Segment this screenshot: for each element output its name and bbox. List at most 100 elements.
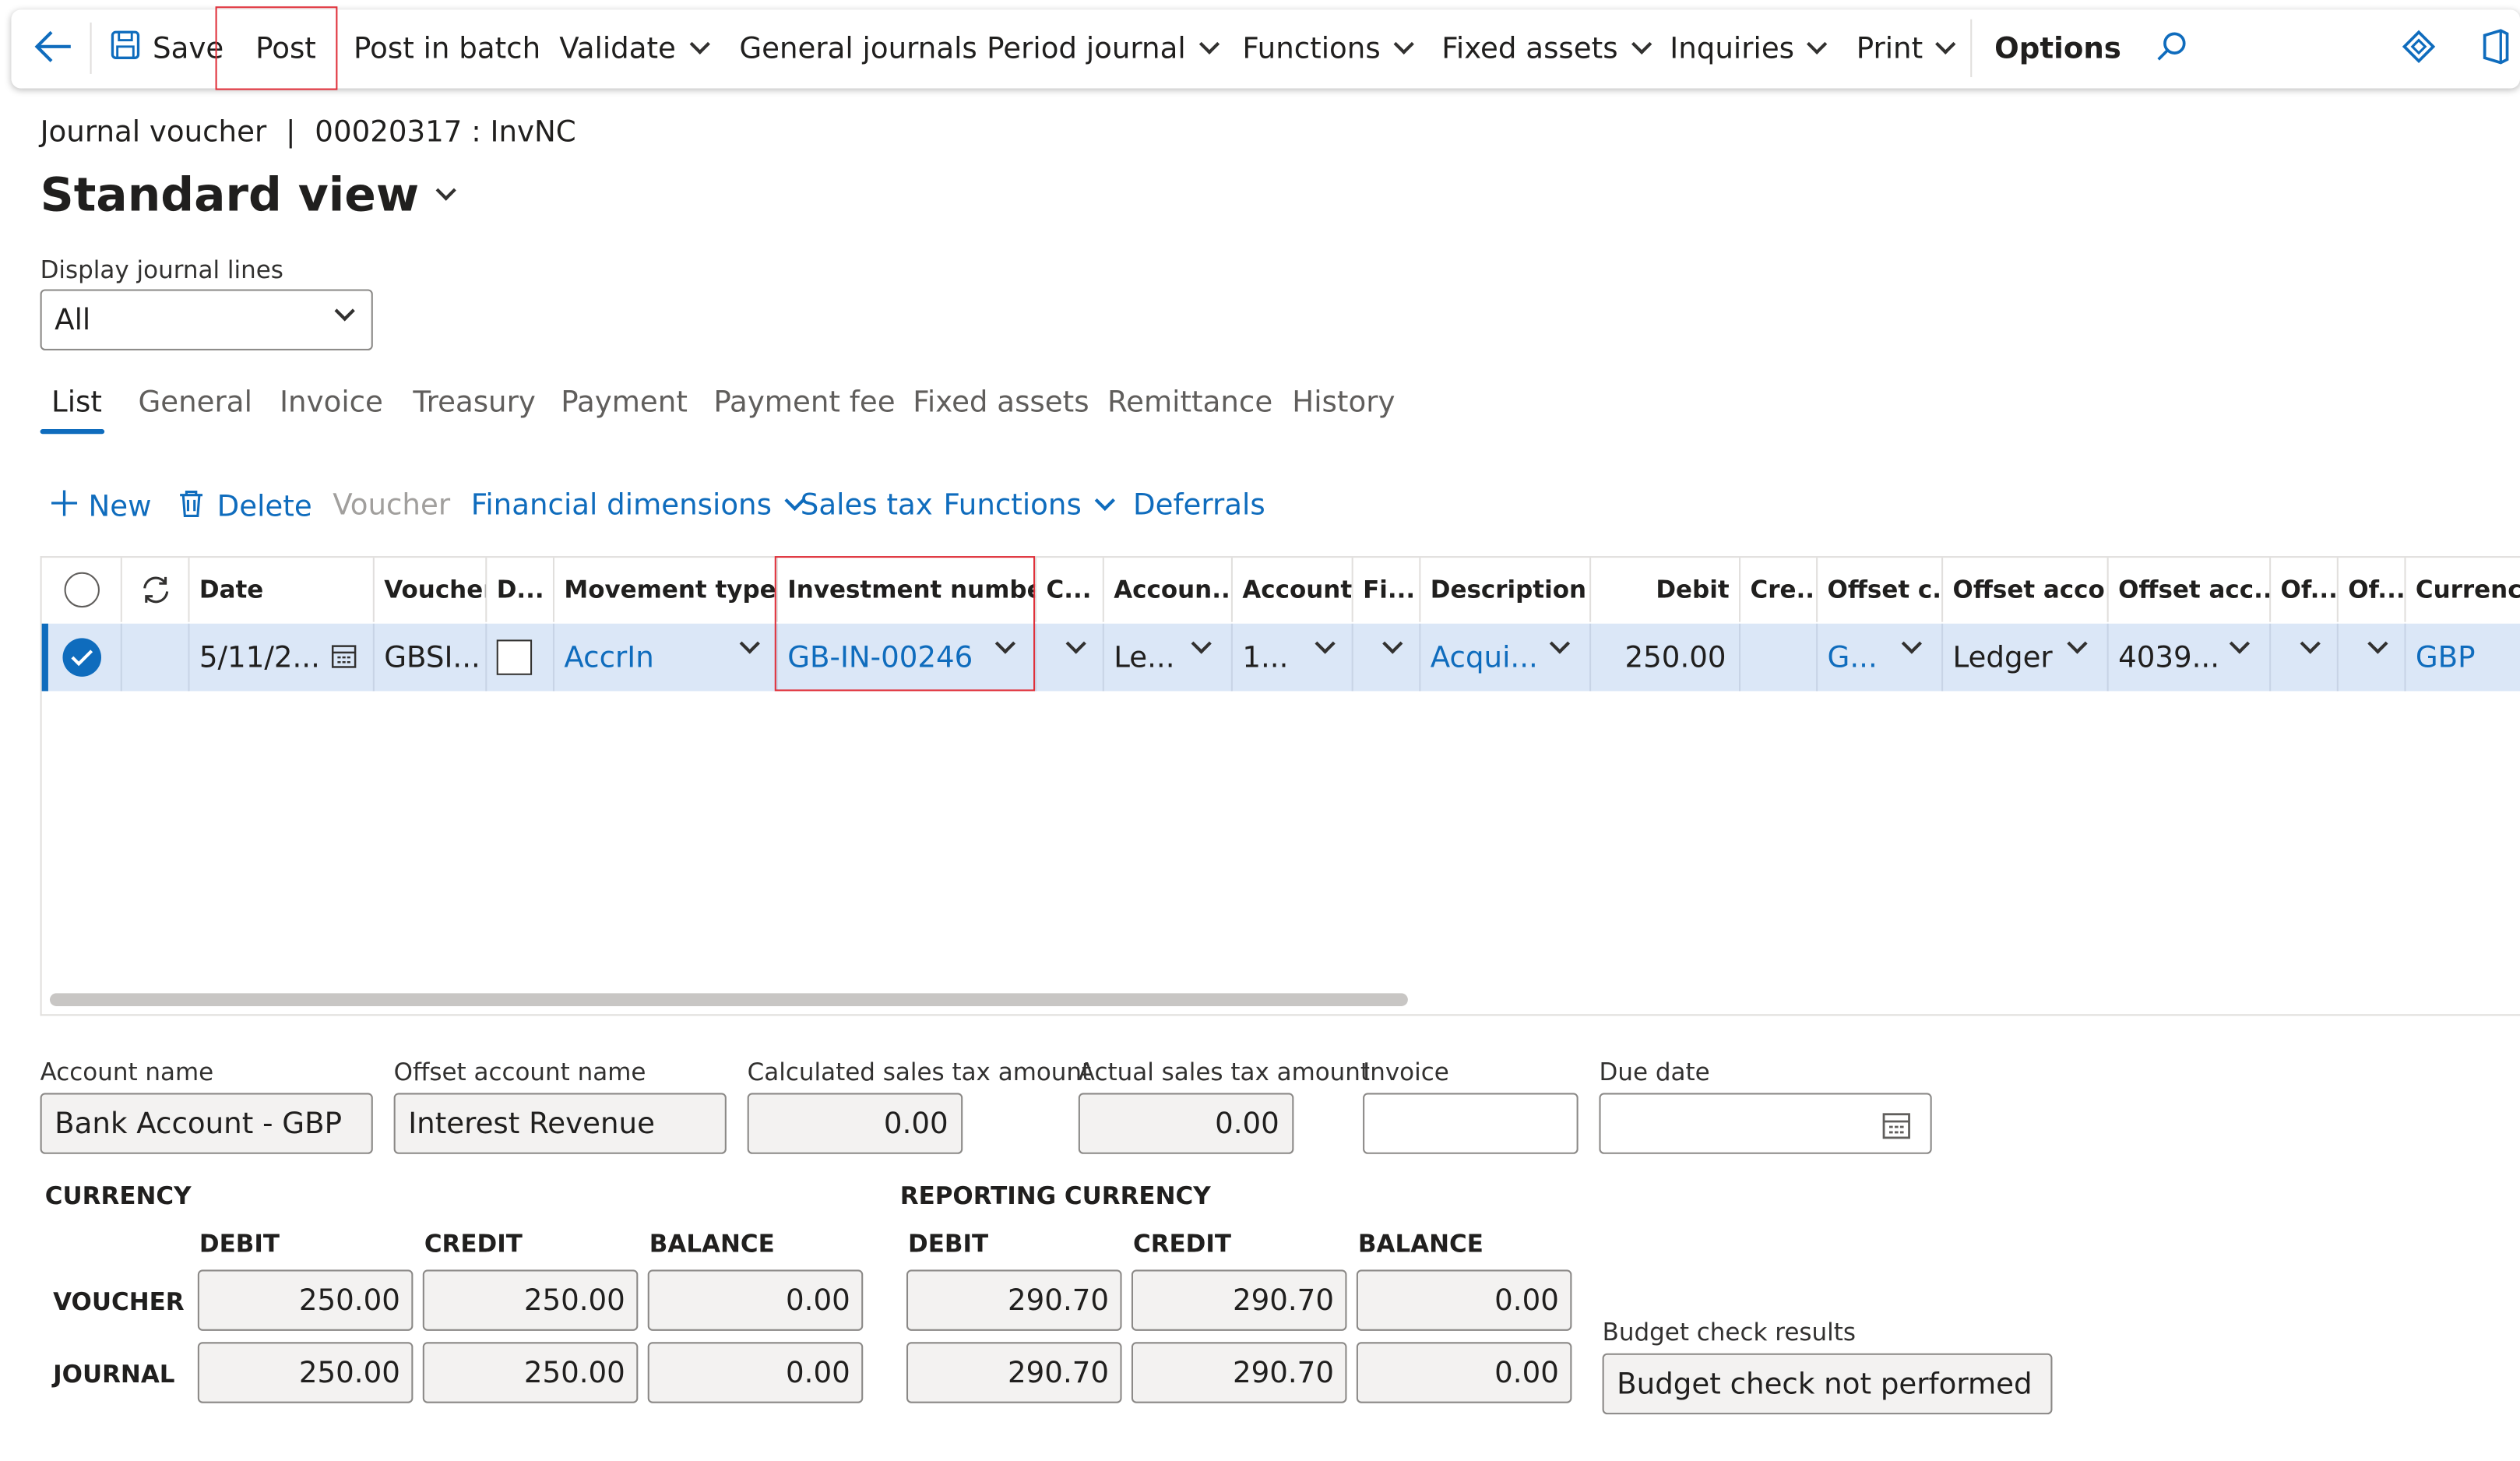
movement-type-cell[interactable]: AccrIn	[554, 623, 778, 692]
currency-cell[interactable]: GBP	[2406, 624, 2520, 692]
description-cell[interactable]: Acqui...	[1420, 623, 1592, 692]
chevron-down-icon[interactable]	[2067, 633, 2088, 654]
tab-treasury[interactable]: Treasury	[413, 385, 535, 419]
grid-functions-menu[interactable]: Functions	[943, 488, 1115, 523]
horizontal-scrollbar[interactable]	[49, 993, 1408, 1006]
offset-account-type-cell[interactable]: Ledger	[1943, 623, 2109, 692]
col-movement-type[interactable]: Movement type	[554, 558, 778, 622]
refresh-icon[interactable]	[122, 558, 190, 622]
tab-remittance[interactable]: Remittance	[1107, 385, 1272, 419]
tab-payment[interactable]: Payment	[561, 385, 688, 419]
back-arrow-icon[interactable]	[32, 29, 74, 64]
tab-payment-fee[interactable]: Payment fee	[713, 385, 895, 419]
chevron-down-icon[interactable]	[2300, 633, 2321, 654]
tab-general[interactable]: General	[138, 385, 252, 419]
row-select-check[interactable]	[42, 623, 122, 692]
offset-company-cell[interactable]: G...	[1818, 623, 1944, 692]
fixed-assets-menu[interactable]: Fixed assets	[1441, 32, 1652, 66]
calendar-icon[interactable]	[1882, 1111, 1911, 1147]
actual-sales-tax-field[interactable]: 0.00	[1078, 1093, 1294, 1154]
col-offset-company[interactable]: Offset c...	[1818, 558, 1944, 622]
period-journal-menu[interactable]: Period journal	[987, 32, 1220, 66]
due-date-field[interactable]	[1599, 1093, 1932, 1154]
col-account[interactable]: Account	[1233, 558, 1353, 622]
power-apps-icon[interactable]	[2401, 29, 2436, 64]
inquiries-menu[interactable]: Inquiries	[1670, 32, 1828, 66]
chevron-down-icon[interactable]	[1065, 633, 1086, 654]
chevron-down-icon[interactable]	[739, 633, 760, 654]
reporting-voucher-credit: 290.70	[1131, 1269, 1347, 1331]
col-c[interactable]: C...	[1037, 558, 1104, 622]
voucher-debit: 250.00	[197, 1269, 414, 1331]
options-button[interactable]: Options	[1994, 32, 2121, 65]
chevron-down-icon[interactable]	[1191, 633, 1212, 654]
deferrals-button[interactable]: Deferrals	[1133, 488, 1265, 522]
account-cell[interactable]: 1...	[1233, 623, 1353, 692]
of-2-cell[interactable]	[2339, 623, 2406, 692]
chevron-down-icon[interactable]	[1901, 633, 1923, 654]
new-line-button[interactable]: New	[50, 488, 152, 525]
tab-list[interactable]: List	[51, 385, 102, 419]
account-name-field[interactable]: Bank Account - GBP	[40, 1093, 373, 1154]
calculated-sales-tax-field[interactable]: 0.00	[747, 1093, 963, 1154]
col-d[interactable]: D...	[487, 558, 555, 622]
invoice-field[interactable]	[1363, 1093, 1579, 1154]
col-account-type[interactable]: Accoun...	[1104, 558, 1233, 622]
checkbox[interactable]	[496, 639, 533, 675]
tab-invoice[interactable]: Invoice	[280, 385, 383, 419]
chevron-down-icon[interactable]	[1549, 633, 1571, 654]
col-date[interactable]: Date	[190, 558, 375, 622]
description-value: Acqui...	[1430, 640, 1538, 674]
account-name-label: Account name	[40, 1057, 214, 1087]
offset-account-name-field[interactable]: Interest Revenue	[393, 1093, 727, 1154]
account-type-cell[interactable]: Le...	[1104, 623, 1233, 692]
general-journals-button[interactable]: General journals	[739, 32, 977, 65]
credit-cell[interactable]	[1740, 623, 1818, 692]
sales-tax-button[interactable]: Sales tax	[801, 488, 933, 522]
col-fi[interactable]: Fi...	[1353, 558, 1421, 622]
col-debit[interactable]: Debit	[1591, 558, 1741, 622]
validate-menu[interactable]: Validate	[559, 32, 709, 66]
tab-history[interactable]: History	[1292, 385, 1395, 419]
calendar-icon[interactable]	[331, 643, 357, 677]
tab-fixed-assets[interactable]: Fixed assets	[913, 385, 1089, 419]
print-menu[interactable]: Print	[1857, 32, 1957, 66]
date-cell[interactable]: 5/11/2...	[190, 623, 375, 692]
col-currency[interactable]: Currency	[2406, 558, 2520, 622]
chevron-down-icon[interactable]	[1382, 633, 1403, 654]
display-journal-lines-select[interactable]: All	[40, 289, 373, 350]
col-credit[interactable]: Cre...	[1740, 558, 1818, 622]
col-voucher[interactable]: Voucher	[375, 558, 487, 622]
office-icon[interactable]	[2478, 29, 2510, 65]
delete-button[interactable]: Delete	[178, 488, 312, 525]
col-of-1[interactable]: Of...	[2271, 558, 2339, 622]
search-icon[interactable]	[2153, 29, 2188, 64]
col-offset-account-type[interactable]: Offset acco...	[1943, 558, 2109, 622]
col-offset-account[interactable]: Offset acc...	[2109, 558, 2272, 622]
offset-account-cell[interactable]: 4039...	[2109, 623, 2272, 692]
d-cell[interactable]	[487, 623, 555, 692]
voucher-cell[interactable]: GBSI...	[375, 623, 487, 692]
table-row[interactable]: 5/11/2... GBSI... AccrIn GB-IN-00246 Le.…	[41, 623, 2520, 692]
save-button[interactable]: Save	[109, 29, 223, 69]
col-description[interactable]: Description	[1420, 558, 1592, 622]
post-button[interactable]: Post	[255, 32, 316, 65]
col-of-2[interactable]: Of...	[2339, 558, 2406, 622]
chevron-down-icon[interactable]	[2367, 633, 2388, 654]
chevron-down-icon[interactable]	[2229, 633, 2251, 654]
fi-cell[interactable]	[1353, 623, 1421, 692]
voucher-button[interactable]: Voucher	[333, 488, 450, 522]
chevron-down-icon[interactable]	[1315, 633, 1336, 654]
debit-cell[interactable]: 250.00	[1591, 623, 1741, 692]
view-selector[interactable]: Standard view	[40, 167, 456, 222]
select-all-checkbox[interactable]	[42, 558, 122, 622]
functions-menu[interactable]: Functions	[1242, 32, 1414, 66]
budget-check-field[interactable]: Budget check not performed	[1602, 1353, 2053, 1415]
financial-dimensions-menu[interactable]: Financial dimensions	[471, 488, 806, 523]
of-1-cell[interactable]	[2271, 623, 2339, 692]
account-type-value: Le...	[1114, 640, 1175, 674]
post-in-batch-button[interactable]: Post in batch	[354, 32, 540, 65]
c-cell[interactable]	[1037, 623, 1104, 692]
period-journal-label: Period journal	[987, 32, 1186, 66]
chevron-down-icon	[334, 301, 355, 322]
